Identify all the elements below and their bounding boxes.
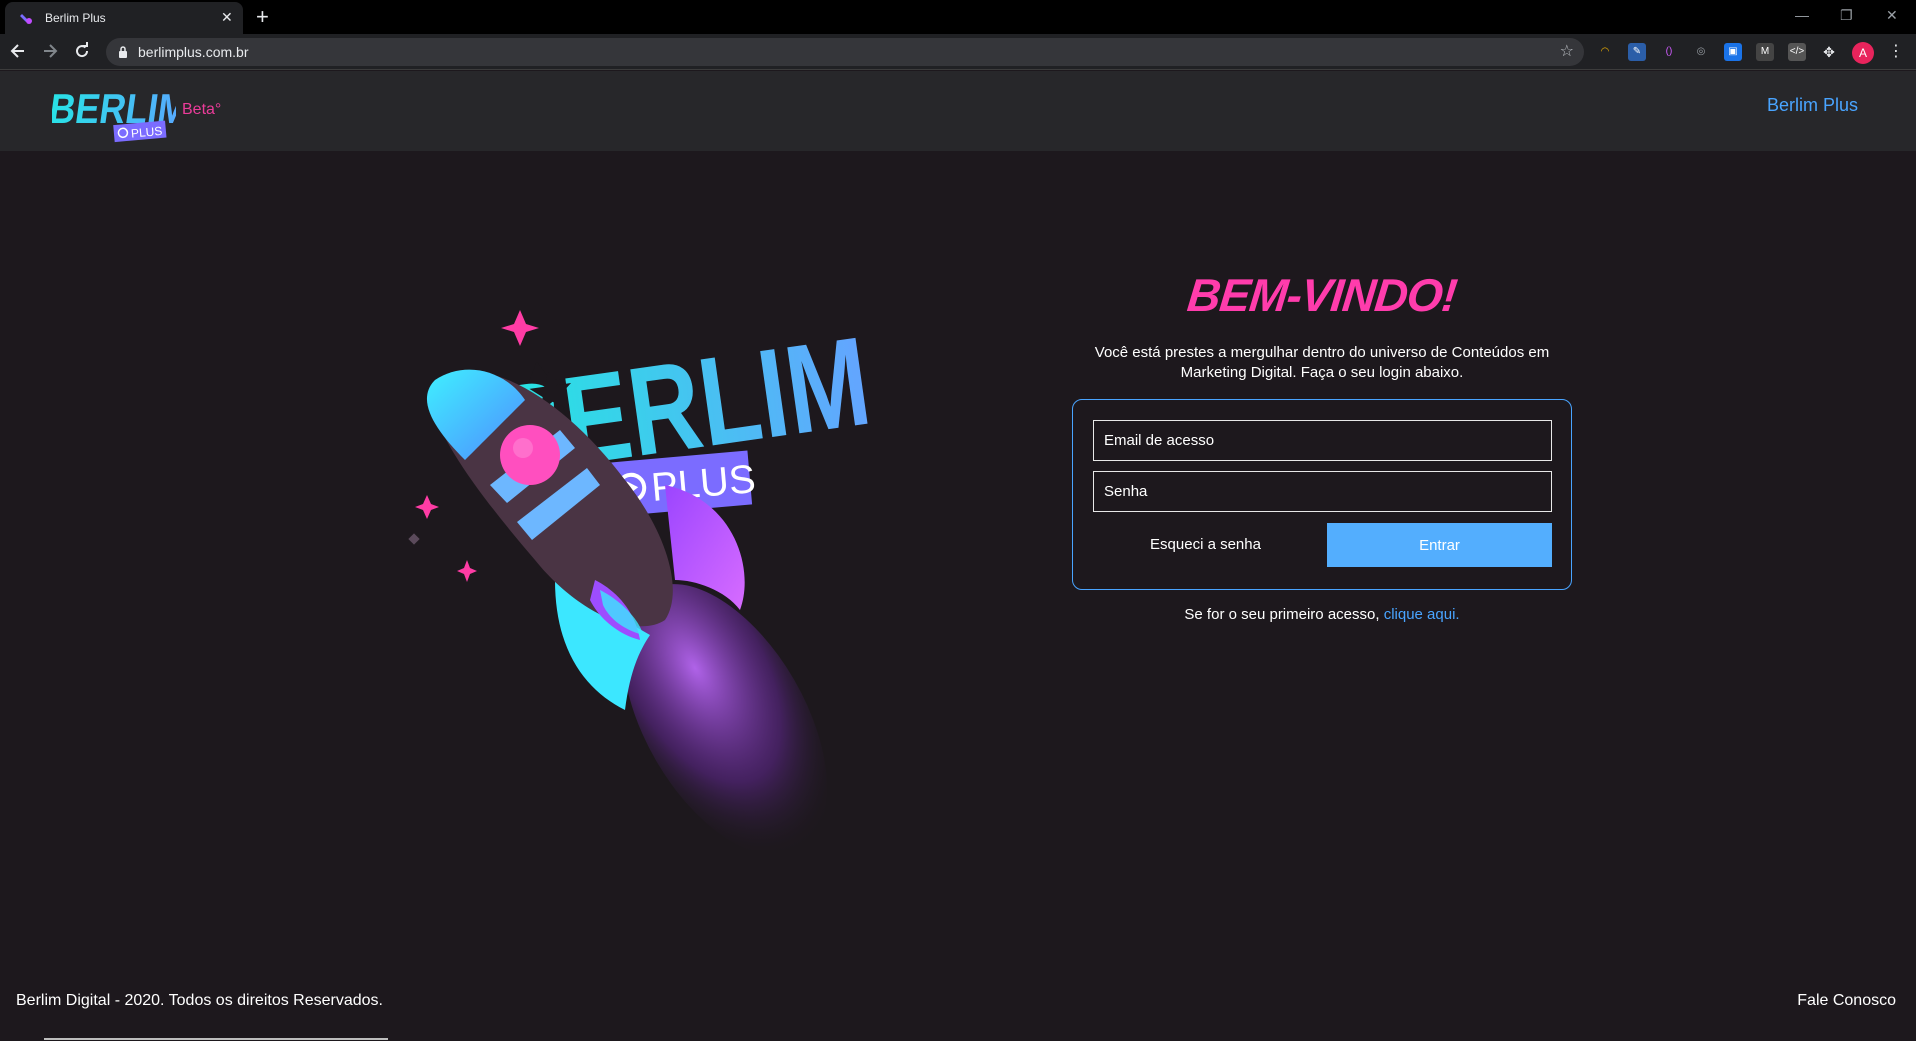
profile-avatar[interactable]: A <box>1852 42 1874 64</box>
first-access-text: Se for o seu primeiro acesso, clique aqu… <box>1072 606 1572 623</box>
site-logo[interactable]: BERLIM PLUS <box>52 79 176 145</box>
browser-menu-icon[interactable]: ⋮ <box>1888 41 1904 61</box>
login-submit-button[interactable]: Entrar <box>1327 523 1552 567</box>
lock-icon <box>119 46 127 58</box>
extension-code-icon[interactable]: () <box>1660 43 1678 61</box>
extensions-puzzle-icon[interactable]: ✥ <box>1820 43 1838 61</box>
first-access-link[interactable]: clique aqui. <box>1384 606 1460 623</box>
browser-tabstrip: Berlim Plus ✕ + — ❐ ✕ <box>0 0 1916 34</box>
extension-m-icon[interactable]: M <box>1756 43 1774 61</box>
welcome-intro: Você está prestes a mergulhar dentro do … <box>1094 344 1550 381</box>
extension-box-icon[interactable]: ▣ <box>1724 43 1742 61</box>
forgot-password-button[interactable]: Esqueci a senha <box>1093 523 1318 567</box>
url-text: berlimplus.com.br <box>138 44 249 60</box>
first-access-label: Se for o seu primeiro acesso, <box>1184 606 1380 623</box>
back-arrow-icon[interactable] <box>8 41 28 61</box>
address-bar[interactable]: berlimplus.com.br ☆ <box>106 38 1584 66</box>
extension-rainbow-icon[interactable]: ◠ <box>1596 43 1614 61</box>
restore-icon[interactable]: ❐ <box>1840 7 1853 24</box>
browser-toolbar: berlimplus.com.br ☆ ◠ ✎ () ◎ ▣ M </> ✥ A… <box>0 34 1916 70</box>
hero-rocket-illustration: BERLIM PLUS <box>408 310 878 850</box>
rocket-favicon-icon <box>20 14 32 24</box>
minimize-icon[interactable]: — <box>1795 7 1809 23</box>
welcome-block: BEM-VINDO! <box>1072 268 1572 322</box>
email-input[interactable] <box>1093 420 1552 461</box>
extension-broadcast-icon[interactable]: ◎ <box>1692 43 1710 61</box>
bookmark-star-icon[interactable]: ☆ <box>1560 41 1574 61</box>
password-input[interactable] <box>1093 471 1552 512</box>
window-close-icon[interactable]: ✕ <box>1886 7 1898 24</box>
tab-close-icon[interactable]: ✕ <box>221 9 233 26</box>
extension-html-icon[interactable]: </> <box>1788 43 1806 61</box>
header-nav-link[interactable]: Berlim Plus <box>1767 95 1858 116</box>
tab-title: Berlim Plus <box>45 11 106 25</box>
beta-label: Beta° <box>182 101 222 118</box>
browser-tab[interactable]: Berlim Plus ✕ <box>5 2 243 34</box>
footer-contact-link[interactable]: Fale Conosco <box>1797 992 1896 1010</box>
new-tab-icon[interactable]: + <box>256 4 269 30</box>
forward-arrow-icon[interactable] <box>40 41 60 61</box>
site-header: BERLIM PLUS Beta° Berlim Plus <box>0 71 1916 151</box>
site-logo-badge: PLUS <box>130 124 162 141</box>
login-form: Esqueci a senha Entrar <box>1072 399 1572 590</box>
footer-scrollbar[interactable] <box>44 1038 388 1040</box>
footer-copyright: Berlim Digital - 2020. Todos os direitos… <box>16 992 383 1009</box>
reload-icon[interactable] <box>72 41 92 61</box>
extension-pen-icon[interactable]: ✎ <box>1628 43 1646 61</box>
welcome-title: BEM-VINDO! <box>1184 269 1459 321</box>
